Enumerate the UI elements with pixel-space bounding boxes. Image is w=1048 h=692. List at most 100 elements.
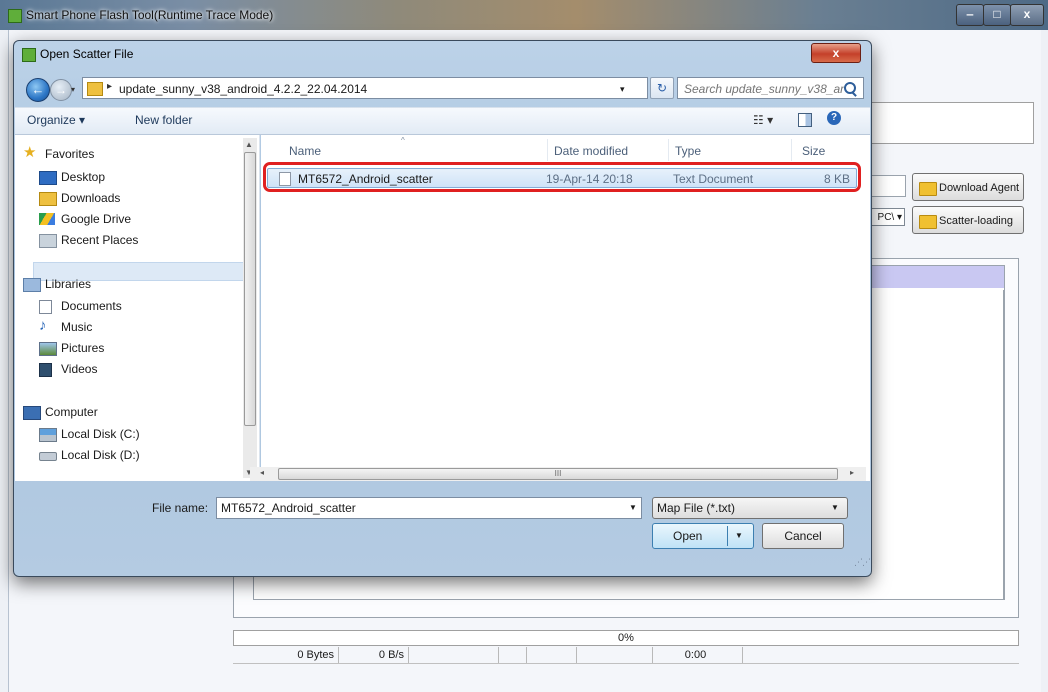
- chevron-down-icon[interactable]: ▼: [735, 524, 743, 548]
- info-panel: [858, 102, 1034, 144]
- preview-pane-icon[interactable]: [798, 113, 812, 127]
- status-cell-empty: [499, 647, 527, 663]
- nav-label: Desktop: [61, 170, 106, 184]
- breadcrumb-separator-icon[interactable]: ▸: [107, 81, 112, 92]
- nav-label: Videos: [61, 362, 98, 376]
- file-name-input[interactable]: MT6572_Android_scatter ▼: [216, 497, 642, 519]
- maximize-button[interactable]: □: [983, 4, 1011, 26]
- dialog-title: Open Scatter File: [40, 47, 134, 61]
- address-bar[interactable]: ▸ update_sunny_v38_android_4.2.2_22.04.2…: [82, 77, 648, 99]
- recent-places-icon: [39, 234, 57, 248]
- status-time: 0:00: [653, 647, 743, 663]
- cancel-button[interactable]: Cancel: [762, 523, 844, 549]
- nav-label: Computer: [45, 405, 98, 419]
- column-divider: [668, 139, 669, 161]
- scroll-up-icon[interactable]: ▲: [245, 140, 253, 149]
- dialog-titlebar[interactable]: Open Scatter File x: [14, 41, 871, 67]
- main-window-title: Smart Phone Flash Tool(Runtime Trace Mod…: [26, 8, 274, 22]
- folder-icon: [919, 182, 937, 196]
- status-cell-empty: [409, 647, 499, 663]
- chevron-down-icon[interactable]: ▾: [620, 84, 625, 95]
- star-icon: ★: [23, 144, 37, 161]
- download-agent-button[interactable]: Download Agent: [912, 173, 1024, 201]
- open-button-label: Open: [673, 529, 703, 543]
- google-drive-icon: [39, 213, 55, 225]
- nav-label: Google Drive: [61, 212, 132, 226]
- search-input[interactable]: [682, 81, 846, 97]
- nav-label: Local Disk (C:): [61, 427, 140, 441]
- scatter-loading-button[interactable]: Scatter-loading: [912, 206, 1024, 234]
- column-header-type[interactable]: Type: [675, 144, 701, 158]
- file-name-value: MT6572_Android_scatter: [221, 501, 356, 515]
- system-drive-icon: [39, 428, 57, 442]
- libraries-icon: [23, 278, 41, 292]
- main-titlebar[interactable]: Smart Phone Flash Tool(Runtime Trace Mod…: [0, 0, 1048, 30]
- chevron-down-icon[interactable]: ▼: [629, 498, 637, 518]
- column-header-name[interactable]: Name: [289, 144, 321, 158]
- file-type-value: Map File (*.txt): [657, 501, 736, 515]
- column-divider: [547, 139, 548, 161]
- forward-button[interactable]: →: [50, 79, 72, 101]
- column-header-size[interactable]: Size: [802, 144, 825, 158]
- nav-label: Pictures: [61, 341, 105, 355]
- scroll-left-icon[interactable]: ◂: [260, 468, 264, 477]
- documents-icon: [39, 300, 52, 314]
- folder-icon: [919, 215, 937, 229]
- status-bar: 0 Bytes 0 B/s 0:00: [233, 647, 1019, 664]
- chevron-down-icon[interactable]: ▼: [831, 498, 839, 518]
- videos-icon: [39, 363, 52, 377]
- drive-icon: [39, 452, 57, 461]
- close-button[interactable]: x: [1010, 4, 1044, 26]
- nav-label: Downloads: [61, 191, 121, 205]
- status-bytes: 0 Bytes: [233, 647, 339, 663]
- organize-button[interactable]: Organize ▾: [27, 113, 85, 127]
- app-icon: [22, 48, 36, 62]
- search-box[interactable]: [677, 77, 864, 99]
- navigation-pane: ★ Favorites Desktop Downloads Google Dri…: [15, 135, 260, 481]
- downloads-icon: [39, 192, 57, 206]
- breadcrumb-path[interactable]: update_sunny_v38_android_4.2.2_22.04.201…: [119, 82, 367, 96]
- recent-locations-icon[interactable]: ▾: [71, 85, 75, 94]
- status-cell-empty: [527, 647, 577, 663]
- split-divider: [727, 526, 728, 546]
- new-folder-button[interactable]: New folder: [135, 113, 192, 127]
- file-list[interactable]: Name ^ Date modified Type Size MT6572_An…: [261, 135, 870, 481]
- scatter-loading-label: Scatter-loading: [939, 215, 1013, 227]
- dialog-close-button[interactable]: x: [811, 43, 861, 63]
- pictures-icon: [39, 342, 57, 356]
- status-cell-empty: [577, 647, 653, 663]
- file-type-select[interactable]: Map File (*.txt) ▼: [652, 497, 848, 519]
- open-button[interactable]: Open ▼: [652, 523, 754, 549]
- search-icon[interactable]: [844, 82, 856, 94]
- column-header-date-modified[interactable]: Date modified: [554, 144, 628, 158]
- views-button[interactable]: ☷ ▾: [753, 113, 773, 127]
- list-divider: [1003, 290, 1004, 600]
- file-name-label: File name:: [152, 501, 209, 515]
- progress-percent: 0%: [618, 632, 634, 644]
- refresh-button[interactable]: ↻: [650, 77, 674, 99]
- partition-list-header: [868, 266, 1004, 288]
- resize-grip-icon[interactable]: ⋰⋰: [854, 557, 871, 568]
- nav-scroll-thumb[interactable]: [244, 152, 256, 426]
- nav-label: Local Disk (D:): [61, 448, 140, 462]
- back-button[interactable]: ←: [26, 78, 50, 102]
- folder-icon: [87, 82, 103, 96]
- nav-label: Music: [61, 320, 93, 334]
- sort-ascending-icon: ^: [401, 136, 405, 145]
- nav-label: Recent Places: [61, 233, 139, 247]
- open-scatter-file-dialog: Open Scatter File x ← → ▾ ▸ update_sunny…: [13, 40, 872, 577]
- scroll-right-icon[interactable]: ▸: [850, 468, 854, 477]
- nav-pane-scrollbar[interactable]: ▲ ▼: [243, 138, 257, 478]
- nav-label: Documents: [61, 299, 122, 313]
- toolbar: Organize ▾ New folder ☷ ▾ ?: [15, 107, 870, 135]
- minimize-button[interactable]: ‒: [956, 4, 984, 26]
- status-rate: 0 B/s: [339, 647, 409, 663]
- desktop-icon: [39, 171, 57, 185]
- music-icon: ♪: [39, 317, 47, 334]
- nav-label: Libraries: [45, 277, 92, 291]
- horizontal-scroll-thumb[interactable]: III: [278, 468, 838, 480]
- file-list-horizontal-scrollbar[interactable]: ◂ III ▸: [250, 467, 866, 481]
- download-agent-label: Download Agent: [939, 182, 1020, 194]
- nav-label: Favorites: [45, 147, 95, 161]
- help-icon[interactable]: ?: [827, 111, 841, 125]
